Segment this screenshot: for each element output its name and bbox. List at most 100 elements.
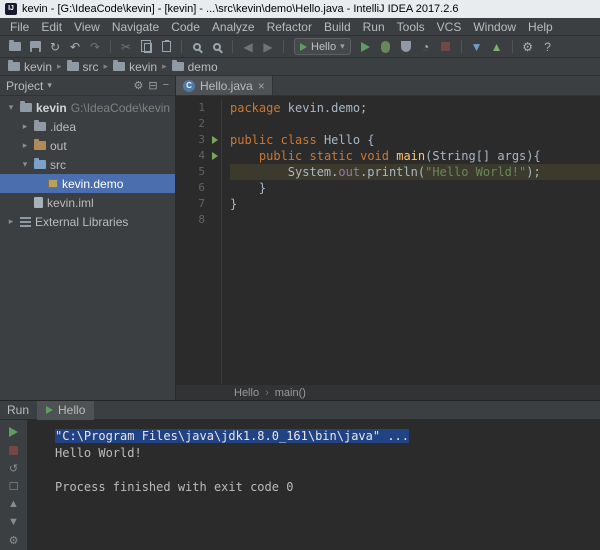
open-icon[interactable]: [6, 38, 24, 56]
console-line[interactable]: Process finished with exit code 0: [55, 479, 600, 496]
collapse-all-icon[interactable]: ⊟: [148, 79, 157, 92]
debug-icon[interactable]: [377, 38, 395, 56]
menu-vcs[interactable]: VCS: [431, 20, 468, 34]
chevron-down-icon[interactable]: ▾: [47, 80, 52, 91]
pin-icon[interactable]: ☐: [6, 479, 22, 493]
tree-item[interactable]: kevin.demo: [0, 174, 175, 193]
vcs-commit-icon[interactable]: ▲: [488, 38, 506, 56]
menu-help[interactable]: Help: [522, 20, 559, 34]
breadcrumb-item[interactable]: kevin: [8, 60, 52, 74]
tree-item[interactable]: ▾ kevin G:\IdeaCode\kevin: [0, 98, 175, 117]
vcs-update-icon[interactable]: ▼: [468, 38, 486, 56]
back-icon[interactable]: ◀: [239, 38, 257, 56]
profiler-icon[interactable]: ◔: [417, 38, 435, 56]
save-icon[interactable]: [26, 38, 44, 56]
console-line[interactable]: Hello World!: [55, 445, 600, 462]
tree-item-label: External Libraries: [35, 214, 129, 229]
run-tab-hello[interactable]: Hello: [37, 400, 95, 420]
down-stack-trace-icon[interactable]: ▼: [6, 515, 22, 529]
help-icon[interactable]: ?: [539, 38, 557, 56]
chevron-right-icon[interactable]: ▸: [20, 140, 30, 151]
menu-analyze[interactable]: Analyze: [206, 20, 261, 34]
chevron-down-icon[interactable]: ▾: [6, 102, 16, 113]
settings-icon[interactable]: ⚙: [519, 38, 537, 56]
rerun-icon[interactable]: [6, 425, 22, 439]
menu-navigate[interactable]: Navigate: [106, 20, 165, 34]
run-line-icon[interactable]: [212, 152, 218, 160]
chevron-right-icon[interactable]: ▸: [20, 121, 30, 132]
file-icon: [34, 197, 43, 208]
run-panel-title: Run: [7, 403, 30, 417]
breadcrumb-item[interactable]: kevin: [113, 60, 157, 74]
run-icon[interactable]: [357, 38, 375, 56]
replace-icon[interactable]: [208, 38, 226, 56]
toolbar-separator: [283, 40, 284, 53]
title-bar: IJ kevin - [G:\IdeaCode\kevin] - [kevin]…: [0, 0, 600, 18]
settings-icon[interactable]: ⚙: [6, 533, 22, 547]
code-line[interactable]: public static void main(String[] args){: [230, 148, 600, 164]
menu-file[interactable]: File: [4, 20, 35, 34]
tree-item[interactable]: ▾ src: [0, 155, 175, 174]
chevron-down-icon[interactable]: ▾: [20, 159, 30, 170]
tree-item[interactable]: ▸ External Libraries: [0, 212, 175, 231]
run-config-label: Hello: [311, 40, 337, 53]
code-line[interactable]: package kevin.demo;: [230, 100, 600, 116]
gutter-line: 7: [176, 196, 221, 212]
tree-item[interactable]: ▸ .idea: [0, 117, 175, 136]
console-line[interactable]: [55, 462, 600, 479]
sync-icon[interactable]: ↻: [46, 38, 64, 56]
code-line[interactable]: }: [230, 180, 600, 196]
code-line[interactable]: public class Hello {: [230, 132, 600, 148]
redo-icon[interactable]: ↷: [86, 38, 104, 56]
menu-window[interactable]: Window: [467, 20, 522, 34]
code-editor[interactable]: 1 2 3 4 5 6 7 8 package kevin.demo; public class…: [176, 96, 600, 384]
chevron-right-icon[interactable]: ▸: [6, 216, 16, 227]
console-line[interactable]: "C:\Program Files\java\jdk1.8.0_161\bin\…: [55, 428, 600, 445]
hide-panel-icon[interactable]: −: [163, 79, 169, 92]
run-tab-label: Hello: [58, 403, 86, 417]
forward-icon[interactable]: ▶: [259, 38, 277, 56]
run-config-icon: [300, 42, 307, 51]
paste-icon[interactable]: [157, 38, 175, 56]
editor-tab-hello-java[interactable]: C Hello.java ×: [176, 76, 273, 95]
toolbar-separator: [110, 40, 111, 53]
find-icon[interactable]: [188, 38, 206, 56]
run-panel-header: Run Hello: [0, 400, 600, 420]
menu-run[interactable]: Run: [357, 20, 391, 34]
menu-view[interactable]: View: [68, 20, 106, 34]
undo-icon[interactable]: ↶: [66, 38, 84, 56]
code-line[interactable]: System.out.println("Hello World!");: [230, 164, 600, 180]
menu-build[interactable]: Build: [318, 20, 357, 34]
copy-icon[interactable]: [137, 38, 155, 56]
run-line-icon[interactable]: [212, 136, 218, 144]
breadcrumb-item[interactable]: Hello: [234, 387, 259, 399]
tree-item[interactable]: ▸ out: [0, 136, 175, 155]
menu-code[interactable]: Code: [165, 20, 206, 34]
menu-tools[interactable]: Tools: [391, 20, 431, 34]
up-stack-trace-icon[interactable]: ▲: [6, 497, 22, 511]
breadcrumb-item[interactable]: demo: [171, 60, 218, 74]
gear-icon[interactable]: ⚙: [133, 79, 143, 92]
tree-item[interactable]: kevin.iml: [0, 193, 175, 212]
close-icon[interactable]: ×: [258, 80, 265, 92]
coverage-icon[interactable]: [397, 38, 415, 56]
menu-refactor[interactable]: Refactor: [261, 20, 318, 34]
restore-layout-icon[interactable]: ↺: [6, 461, 22, 475]
menu-edit[interactable]: Edit: [35, 20, 68, 34]
run-config-combo[interactable]: Hello ▾: [294, 38, 351, 55]
editor-tab-label: Hello.java: [200, 78, 253, 93]
code-line[interactable]: }: [230, 196, 600, 212]
console-output[interactable]: "C:\Program Files\java\jdk1.8.0_161\bin\…: [28, 420, 600, 550]
project-panel-header-icons: ⚙ ⊟ −: [133, 79, 169, 92]
breadcrumb-item[interactable]: src: [66, 60, 99, 74]
breadcrumb-item[interactable]: main(): [275, 387, 306, 399]
breadcrumb-bar: kevin ▸ src ▸ kevin ▸ demo: [0, 58, 600, 76]
cut-icon[interactable]: ✂: [117, 38, 135, 56]
stop-icon[interactable]: [6, 443, 22, 457]
class-icon: C: [183, 79, 195, 92]
stop-icon[interactable]: [437, 38, 455, 56]
main-toolbar: ↻ ↶ ↷ ✂ ◀ ▶ Hello ▾ ◔ ▼ ▲ ⚙?: [0, 36, 600, 58]
tree-item-label: kevin.iml: [47, 195, 94, 210]
code-line[interactable]: [230, 116, 600, 132]
code-line[interactable]: [230, 212, 600, 228]
